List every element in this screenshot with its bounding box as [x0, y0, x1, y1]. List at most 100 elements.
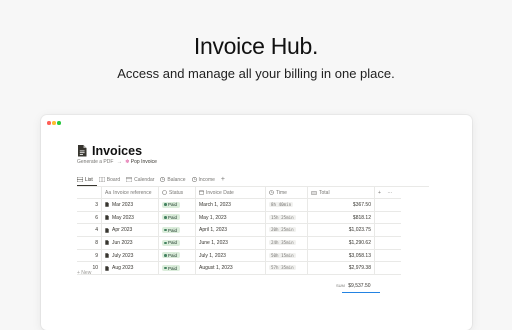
row-number: 4	[77, 223, 102, 238]
calendar-icon	[126, 177, 133, 182]
add-property-header[interactable]: + ···	[374, 187, 401, 199]
table-row[interactable]: 8 Jun 2023 Paid June 1, 2023 24h 35min $1,290…	[77, 236, 401, 250]
status-badge: Paid	[162, 239, 181, 246]
status-cell[interactable]: Paid	[158, 236, 196, 250]
invoice-date-cell[interactable]: August 1, 2023	[195, 261, 266, 276]
status-dot	[164, 228, 167, 232]
invoice-reference-cell[interactable]: Apr 2023	[101, 223, 159, 238]
invoice-reference-cell[interactable]: Mar 2023	[101, 198, 159, 212]
row-number: 9	[77, 249, 102, 263]
sum-summary[interactable]: SUM $9,537.50	[336, 283, 371, 289]
page-icon	[105, 227, 109, 233]
total-cell[interactable]: $367.50	[307, 198, 375, 212]
status-cell[interactable]: Paid	[158, 261, 196, 276]
column-header-total[interactable]: Total	[307, 187, 375, 199]
time-value: 20h 25min	[269, 227, 296, 233]
row-number: 3	[77, 198, 102, 212]
column-header-reference-label: Invoice reference	[113, 189, 152, 196]
time-cell[interactable]: 24h 35min	[265, 236, 308, 250]
total-cell[interactable]: $3,058.13	[307, 249, 375, 263]
empty-cell	[374, 236, 401, 250]
tab-list[interactable]: List	[77, 175, 93, 184]
income-icon	[191, 177, 197, 182]
table-row[interactable]: 6 May 2023 Paid May 1, 2023 15h 25min $818.12	[77, 211, 401, 225]
invoice-reference: Aug 2023	[112, 265, 134, 272]
total-cell[interactable]: $1,290.62	[307, 236, 375, 250]
status-badge: Paid	[162, 201, 181, 208]
column-header-time[interactable]: Time	[265, 187, 308, 199]
status-label: Paid	[168, 202, 178, 208]
time-cell[interactable]: 20h 25min	[265, 223, 308, 238]
breadcrumb: Generate a PDF → ✽ Pop Invoice	[77, 159, 157, 165]
table-row[interactable]: 10 Aug 2023 Paid August 1, 2023 57h 35min $2,…	[77, 261, 401, 276]
page-icon	[105, 253, 109, 258]
column-header-date[interactable]: Invoice Date	[195, 187, 266, 199]
time-cell[interactable]: 8h 40min	[265, 198, 308, 212]
total-cell[interactable]: $1,023.75	[307, 223, 375, 238]
invoice-date-cell[interactable]: June 1, 2023	[195, 236, 266, 250]
invoice-reference: July 2023	[112, 252, 134, 259]
text-property-icon: Aa	[105, 189, 112, 196]
breadcrumb-pop-invoice[interactable]: Pop Invoice	[131, 159, 157, 165]
invoice-date-cell[interactable]: March 1, 2023	[195, 198, 266, 212]
number-property-icon	[311, 190, 317, 195]
hero-subtitle: Access and manage all your billing in on…	[117, 66, 395, 81]
tab-income[interactable]: Income	[191, 175, 215, 184]
total-cell[interactable]: $818.12	[307, 211, 375, 225]
sum-label: SUM	[336, 283, 345, 288]
invoice-date-cell[interactable]: July 1, 2023	[195, 249, 266, 263]
table-row[interactable]: 3 Mar 2023 Paid March 1, 2023 8h 40min $367.5…	[77, 198, 401, 212]
invoice-reference: Apr 2023	[112, 227, 133, 234]
invoice-date-cell[interactable]: April 1, 2023	[195, 223, 266, 238]
status-cell[interactable]: Paid	[158, 211, 196, 225]
time-cell[interactable]: 15h 25min	[265, 211, 308, 225]
new-row-button[interactable]: + New	[77, 270, 91, 276]
total-cell[interactable]: $2,979.38	[307, 261, 375, 276]
page-icon	[105, 265, 109, 271]
page-icon	[105, 202, 109, 208]
row-number: 8	[77, 236, 102, 250]
time-value: 50h 15min	[269, 252, 296, 258]
status-badge: Paid	[162, 214, 181, 221]
column-header-status[interactable]: Status	[158, 187, 196, 199]
invoice-date-cell[interactable]: May 1, 2023	[195, 211, 266, 225]
balance-icon	[160, 177, 166, 182]
table-header-row: AaInvoice reference Status Invoice Date	[77, 187, 401, 199]
page-content: Invoices Generate a PDF → ✽ Pop Invoice …	[41, 115, 472, 320]
status-cell[interactable]: Paid	[158, 223, 196, 238]
column-header-total-label: Total	[319, 189, 330, 196]
empty-cell	[374, 198, 401, 212]
invoice-reference: Mar 2023	[112, 201, 134, 208]
tab-balance[interactable]: Balance	[160, 175, 186, 184]
add-view-button[interactable]: +	[221, 175, 225, 184]
time-cell[interactable]: 57h 35min	[265, 261, 308, 276]
table-row[interactable]: 4 Apr 2023 Paid April 1, 2023 20h 25min $1,02…	[77, 223, 401, 238]
column-header-date-label: Invoice Date	[206, 189, 234, 196]
invoice-reference: Jun 2023	[112, 239, 133, 246]
time-value: 57h 35min	[269, 265, 296, 271]
status-dot	[164, 216, 167, 219]
time-cell[interactable]: 50h 15min	[265, 249, 308, 263]
invoice-reference-cell[interactable]: Aug 2023	[101, 261, 159, 276]
sum-value: $9,537.50	[348, 283, 371, 289]
document-icon	[78, 145, 87, 157]
invoice-reference-cell[interactable]: May 2023	[101, 211, 159, 225]
status-cell[interactable]: Paid	[158, 249, 196, 263]
status-badge: Paid	[162, 227, 181, 234]
add-property-plus-icon[interactable]: +	[378, 190, 381, 196]
empty-cell	[374, 249, 401, 263]
breadcrumb-generate-pdf[interactable]: Generate a PDF	[77, 159, 113, 165]
invoice-reference-cell[interactable]: Jun 2023	[101, 236, 159, 250]
tab-calendar[interactable]: Calendar	[126, 175, 154, 184]
status-label: Paid	[168, 240, 178, 246]
more-options-icon[interactable]: ···	[387, 190, 392, 196]
table-row[interactable]: 9 July 2023 Paid July 1, 2023 50h 15min $3,05…	[77, 249, 401, 263]
tab-board[interactable]: Board	[98, 175, 120, 184]
status-cell[interactable]: Paid	[158, 198, 196, 212]
status-label: Paid	[168, 214, 178, 220]
invoice-reference-cell[interactable]: July 2023	[101, 249, 159, 263]
tab-income-label: Income	[198, 176, 215, 183]
column-header-reference[interactable]: Aa Invoice reference	[101, 187, 159, 199]
tab-balance-label: Balance	[167, 176, 186, 183]
tab-calendar-label: Calendar	[134, 176, 155, 183]
